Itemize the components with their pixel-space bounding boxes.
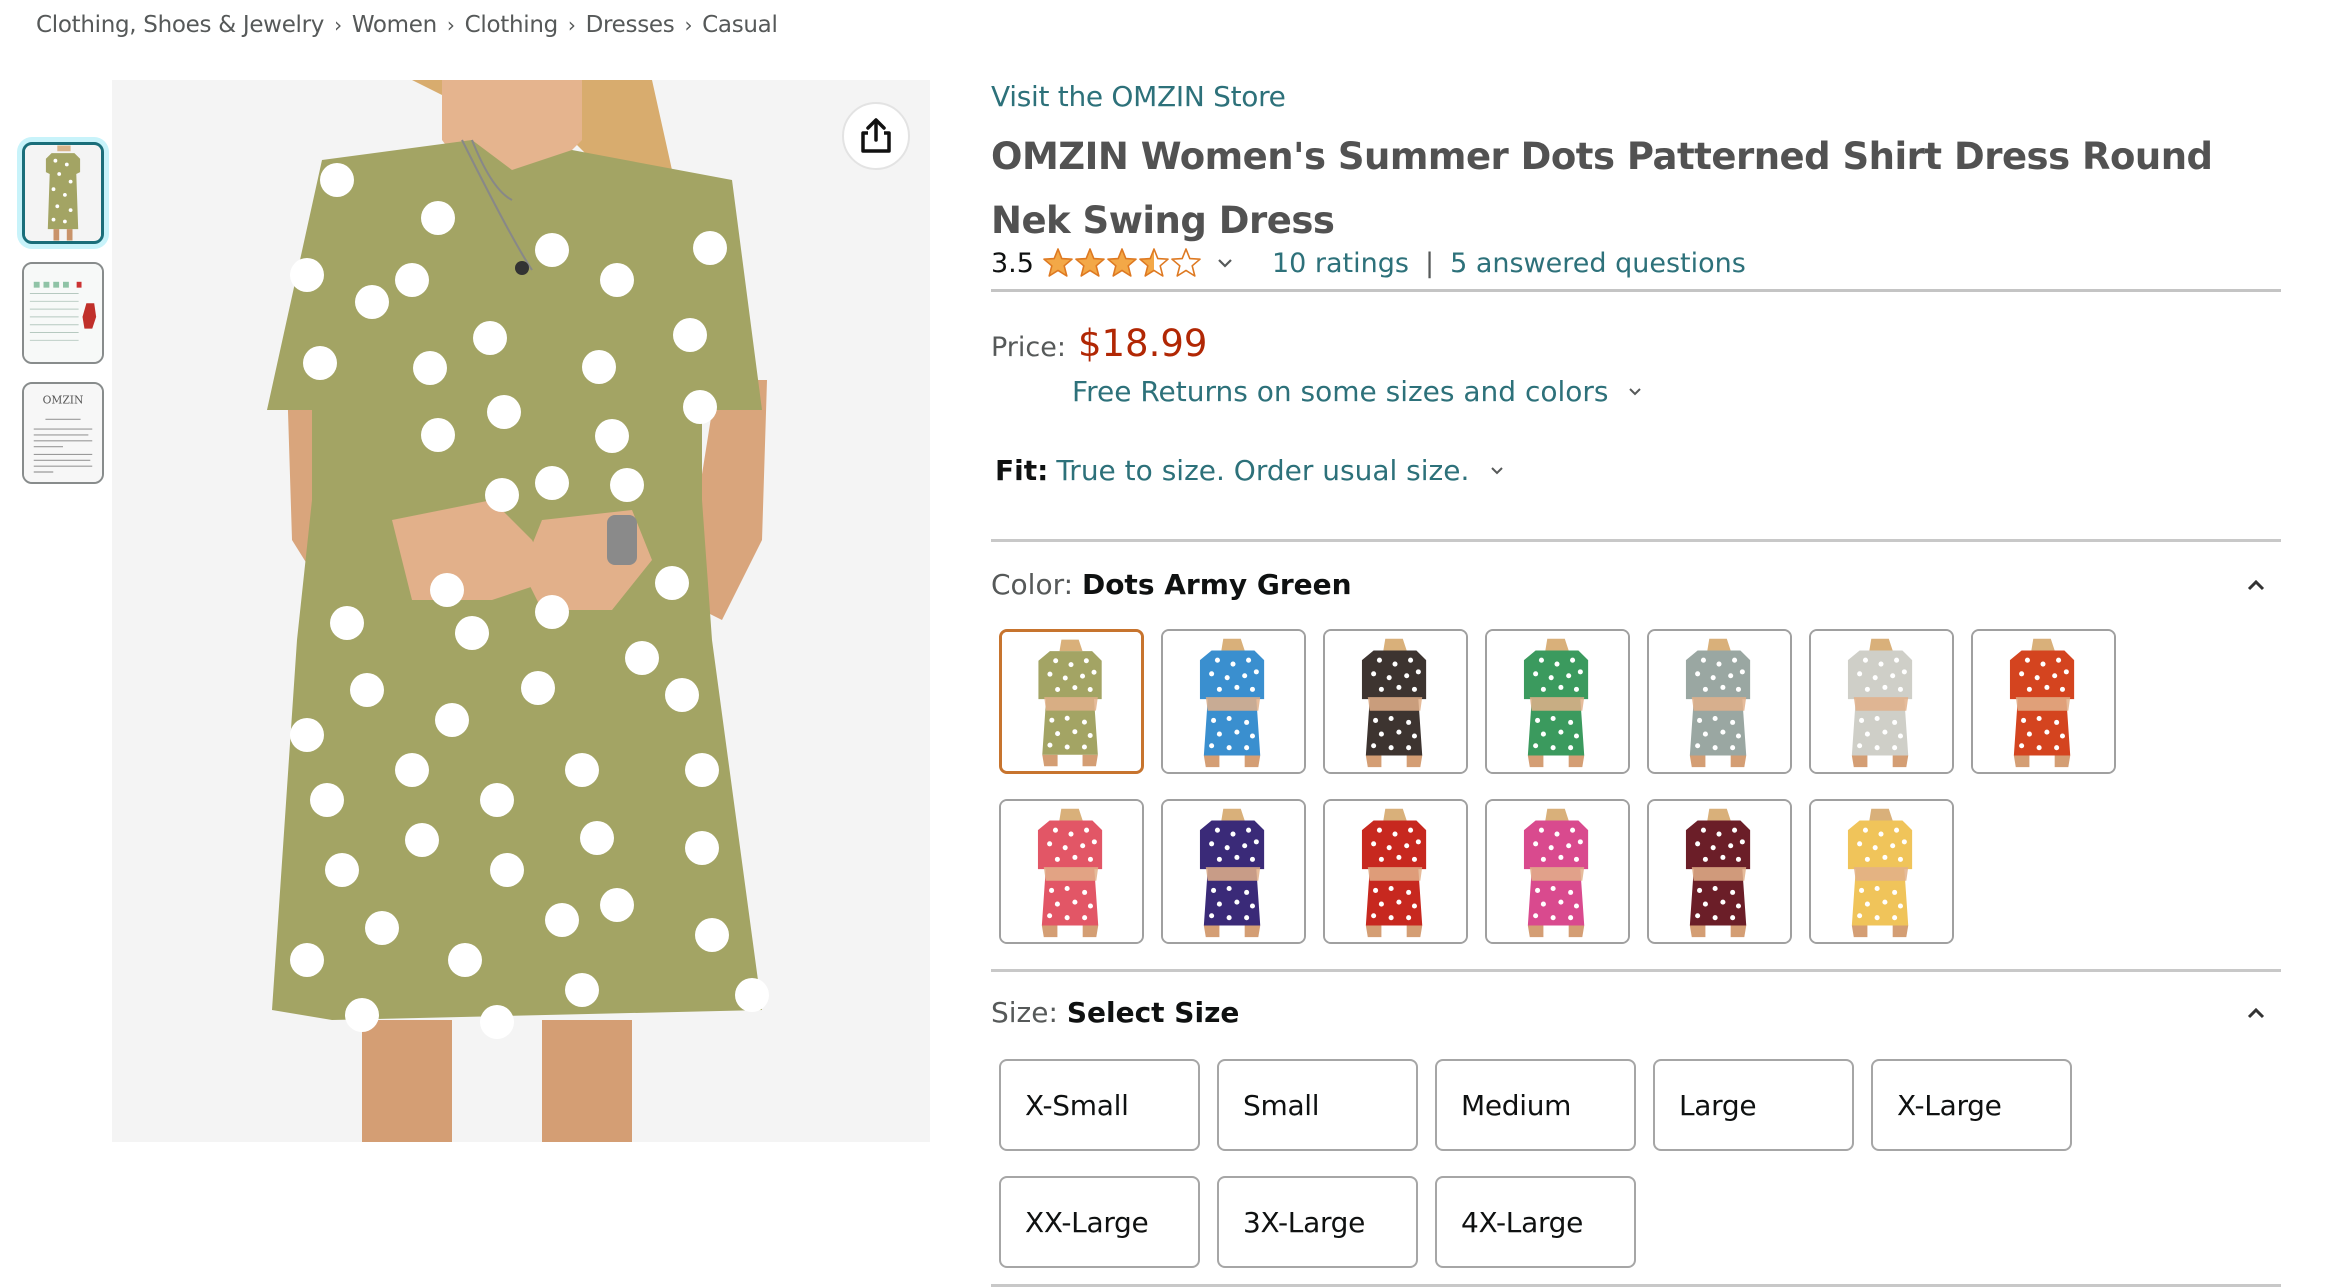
share-button[interactable]	[842, 102, 910, 170]
color-swatch[interactable]	[1485, 629, 1630, 774]
chevron-up-icon[interactable]	[2245, 578, 2267, 592]
breadcrumb-item[interactable]: Clothing, Shoes & Jewelry	[36, 12, 324, 38]
image-thumbnails: OMZIN	[22, 142, 106, 502]
selected-size: Select Size	[1066, 996, 1240, 1029]
swatch-dress-image	[1973, 631, 2114, 772]
size-option[interactable]: Small	[1217, 1059, 1418, 1151]
price-label: Price:	[991, 332, 1066, 363]
swatch-dress-image	[1163, 631, 1304, 772]
color-swatch[interactable]	[1647, 629, 1792, 774]
star-rating[interactable]	[1042, 247, 1202, 279]
rating-value: 3.5	[991, 247, 1034, 279]
chevron-down-icon[interactable]	[1216, 257, 1234, 269]
thumbnail-size-chart-image	[24, 264, 102, 362]
breadcrumb-separator: ›	[684, 13, 693, 37]
free-returns-link[interactable]: Free Returns on some sizes and colors	[1072, 375, 2281, 408]
swatch-dress-image	[1001, 801, 1142, 942]
swatch-dress-image	[1487, 631, 1628, 772]
chevron-down-icon	[1628, 387, 1641, 395]
thumbnail-main-photo[interactable]	[22, 142, 104, 244]
size-option[interactable]: 4X-Large	[1435, 1176, 1636, 1268]
size-option[interactable]: X-Small	[999, 1059, 1200, 1151]
color-swatch[interactable]	[1809, 799, 1954, 944]
free-returns-text: Free Returns on some sizes and colors	[1072, 375, 1609, 408]
share-icon	[861, 118, 891, 153]
thumbnail-dress-image	[25, 145, 101, 241]
rating-row: 3.5 10 ratings | 5 answered questions	[991, 245, 2281, 281]
color-swatch[interactable]	[1485, 799, 1630, 944]
swatch-dress-image	[1002, 632, 1141, 771]
swatch-dress-image	[1325, 631, 1466, 772]
breadcrumb: Clothing, Shoes & Jewelry › Women › Clot…	[36, 12, 778, 38]
chevron-up-icon[interactable]	[2245, 1006, 2267, 1020]
divider	[991, 969, 2281, 972]
color-swatch[interactable]	[1971, 629, 2116, 774]
breadcrumb-separator: ›	[567, 13, 576, 37]
color-swatch[interactable]	[1809, 629, 1954, 774]
breadcrumb-separator: ›	[334, 13, 342, 37]
swatch-dress-image	[1163, 801, 1304, 942]
chevron-down-icon	[1491, 466, 1504, 474]
color-label: Color:	[991, 568, 1074, 601]
color-swatch[interactable]	[1161, 629, 1306, 774]
size-option[interactable]: Large	[1653, 1059, 1854, 1151]
size-selector-header[interactable]: Size: Select Size	[991, 996, 2281, 1029]
size-option[interactable]: Medium	[1435, 1059, 1636, 1151]
star-half-icon	[1139, 248, 1169, 277]
answered-questions-link[interactable]: 5 answered questions	[1450, 248, 1746, 279]
swatch-dress-image	[1649, 801, 1790, 942]
breadcrumb-item[interactable]: Dresses	[586, 12, 675, 38]
fit-label: Fit:	[995, 454, 1049, 487]
size-option[interactable]: XX-Large	[999, 1176, 1200, 1268]
store-link[interactable]: Visit the OMZIN Store	[991, 80, 1286, 113]
swatch-dress-image	[1811, 631, 1952, 772]
divider	[991, 539, 2281, 542]
product-title: OMZIN Women's Summer Dots Patterned Shir…	[991, 135, 2213, 242]
star-full-icon	[1075, 248, 1105, 277]
color-swatch[interactable]	[999, 799, 1144, 944]
star-empty-icon	[1171, 248, 1201, 277]
size-option[interactable]: X-Large	[1871, 1059, 2072, 1151]
thumbnail-brand-info-image: OMZIN	[24, 384, 102, 482]
price-value: $18.99	[1077, 322, 1208, 365]
main-product-image[interactable]	[112, 80, 930, 1142]
color-swatch[interactable]	[1323, 799, 1468, 944]
swatch-dress-image	[1649, 631, 1790, 772]
dress-photo	[112, 80, 930, 1142]
size-options: X-Small Small Medium Large X-Large XX-La…	[999, 1059, 2281, 1268]
svg-text:OMZIN: OMZIN	[43, 394, 84, 407]
fit-value: True to size. Order usual size.	[1056, 454, 1470, 487]
divider	[991, 1284, 2281, 1287]
color-swatch[interactable]	[1323, 629, 1468, 774]
swatch-dress-image	[1811, 801, 1952, 942]
selected-color: Dots Army Green	[1081, 568, 1352, 601]
color-selector-header[interactable]: Color: Dots Army Green	[991, 568, 2281, 601]
color-swatches	[999, 629, 2281, 944]
breadcrumb-item[interactable]: Clothing	[465, 12, 559, 38]
breadcrumb-separator: ›	[446, 13, 455, 37]
size-option[interactable]: 3X-Large	[1217, 1176, 1418, 1268]
thumbnail-brand-info[interactable]: OMZIN	[22, 382, 104, 484]
price-row: Price: $18.99	[991, 322, 2281, 365]
breadcrumb-item[interactable]: Women	[352, 12, 437, 38]
breadcrumb-item[interactable]: Casual	[702, 12, 778, 38]
color-swatch[interactable]	[1161, 799, 1306, 944]
product-info: Visit the OMZIN Store OMZIN Women's Summ…	[991, 80, 2281, 1268]
swatch-dress-image	[1325, 801, 1466, 942]
star-full-icon	[1107, 248, 1137, 277]
ratings-count-link[interactable]: 10 ratings	[1272, 248, 1409, 279]
fit-info[interactable]: Fit: True to size. Order usual size.	[995, 454, 2281, 487]
color-swatch[interactable]	[1647, 799, 1792, 944]
thumbnail-size-chart[interactable]	[22, 262, 104, 364]
star-full-icon	[1043, 248, 1073, 277]
separator: |	[1424, 247, 1435, 279]
divider	[991, 289, 2281, 292]
swatch-dress-image	[1487, 801, 1628, 942]
color-swatch[interactable]	[999, 629, 1144, 774]
size-label: Size:	[991, 996, 1058, 1029]
